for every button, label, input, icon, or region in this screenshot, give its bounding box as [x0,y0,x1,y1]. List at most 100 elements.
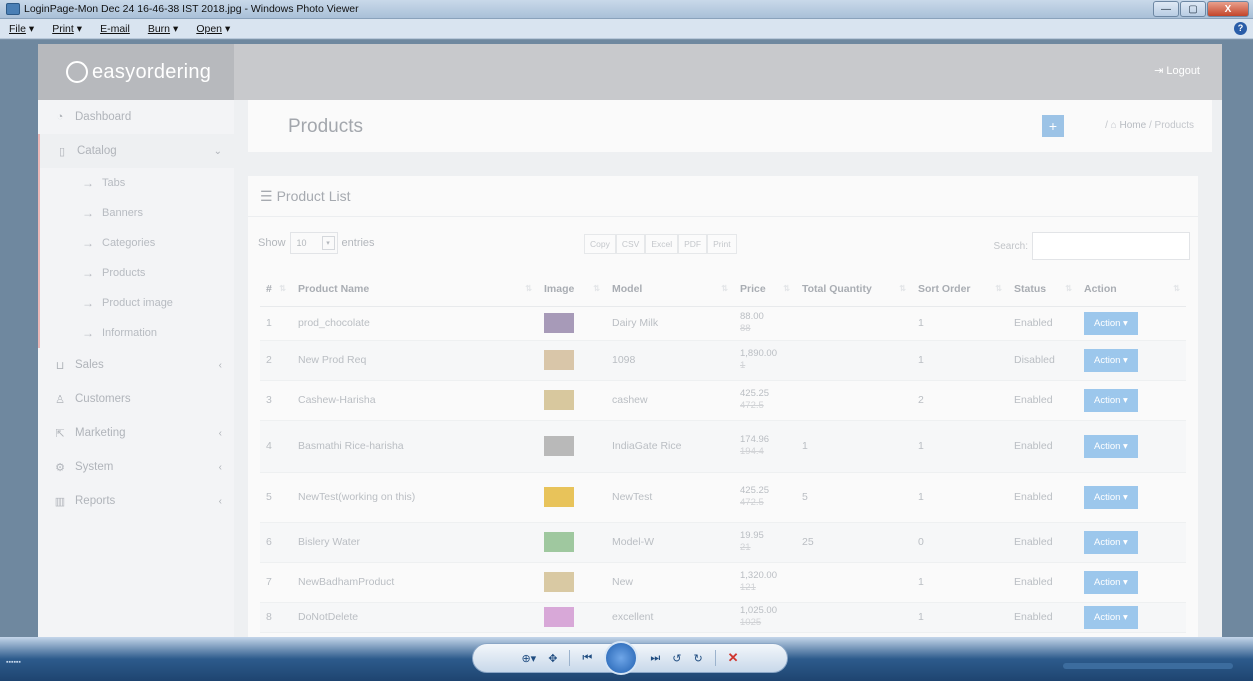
sidebar-item-customers[interactable]: ♙ Customers [38,382,234,416]
column-header-price[interactable]: Price ⇅ [734,272,796,307]
arrow-right-icon: → [82,236,94,250]
menu-burn[interactable]: Burn ▾ [139,23,187,35]
displayed-screenshot: easyordering ⇥ Logout ◔ Dashboard ▯ Catalo… [38,44,1222,637]
rotate-clockwise-icon[interactable]: ↻ [693,652,702,665]
sidebar-subitem-tabs[interactable]: → Tabs [38,168,234,198]
logo-text: easyordering [92,60,212,83]
entries-select[interactable]: 10 ▾ [289,232,338,254]
close-button[interactable]: X [1207,1,1249,17]
action-label: Action [1094,576,1121,588]
product-table: # ⇅ Product Name ⇅ Image ⇅ Model ⇅ Price ⇅ To… [260,272,1186,633]
arrow-right-icon: → [82,326,94,340]
sidebar-item-catalog[interactable]: ▯ Catalog ⌄ [38,134,234,168]
column-header-label: Product Name [298,282,370,295]
sidebar-subitem-label: Products [102,267,146,279]
excel-button[interactable]: Excel [645,234,679,254]
sidebar-item-dashboard[interactable]: ◔ Dashboard [38,100,234,134]
action-dropdown-button[interactable]: Action ▾ [1084,311,1138,335]
action-dropdown-button[interactable]: Action ▾ [1084,388,1138,412]
action-label: Action [1094,611,1121,623]
menu-file[interactable]: File ▾ [0,23,43,35]
column-header-image[interactable]: Image ⇅ [538,272,606,307]
product-thumbnail [544,607,574,627]
action-dropdown-button[interactable]: Action ▾ [1084,485,1138,509]
sort-icon: ⇅ [525,284,532,293]
sidebar-item-sales[interactable]: ⊔ Sales ‹ [38,348,234,382]
sidebar-subitem-banners[interactable]: → Banners [38,198,234,228]
column-header-label: Sort Order [918,282,971,295]
column-header-sort-order[interactable]: Sort Order ⇅ [912,272,1008,307]
cell-total-quantity [796,380,912,421]
sidebar-subitem-information[interactable]: → Information [38,318,234,348]
action-dropdown-button[interactable]: Action ▾ [1084,570,1138,594]
minimize-button[interactable]: — [1153,1,1179,17]
table-row: 2 New Prod Req 1098 1,890.00 1 1 Disabled Actio… [260,340,1186,381]
price-original: 1 [740,360,746,371]
page-header: Products + / ⌂ Home / Products [248,100,1212,152]
menu-print[interactable]: Print ▾ [43,23,91,35]
menu-open[interactable]: Open ▾ [187,23,239,35]
column-header-status[interactable]: Status ⇅ [1008,272,1078,307]
slideshow-button[interactable] [604,641,639,675]
cell-product-name: NewTest(working on this) [292,472,538,523]
sidebar-subitem-categories[interactable]: → Categories [38,228,234,258]
search-input[interactable] [1032,232,1190,260]
column-header-action[interactable]: Action ⇅ [1078,272,1186,307]
price-original: 21 [740,542,751,553]
column-header-product-name[interactable]: Product Name ⇅ [292,272,538,307]
csv-button[interactable]: CSV [615,234,646,254]
previous-icon[interactable]: ⏮ [582,652,592,665]
cell-sort-order: 1 [912,602,1008,633]
arrow-right-icon: → [82,296,94,310]
sidebar-subitem-products[interactable]: → Products [38,258,234,288]
table-row: 3 Cashew-Harisha cashew 425.25 472.5 2 Enabled… [260,380,1186,421]
rotate-counterclockwise-icon[interactable]: ↺ [672,652,681,665]
logo-icon [66,61,88,83]
help-icon[interactable]: ? [1234,22,1247,35]
sidebar: ◔ Dashboard ▯ Catalog ⌄ → Tabs → Banners → Cat… [38,100,234,637]
sidebar-item-marketing[interactable]: ⇱ Marketing ‹ [38,416,234,450]
cell-total-quantity: 1 [796,420,912,473]
add-product-button[interactable]: + [1042,115,1064,137]
cell-total-quantity [796,602,912,633]
main-content: Products + / ⌂ Home / Products ☰ Product … [234,100,1222,637]
copy-button[interactable]: Copy [584,234,616,254]
breadcrumb-home[interactable]: Home [1120,120,1147,131]
pdf-button[interactable]: PDF [678,234,708,254]
action-dropdown-button[interactable]: Action ▾ [1084,434,1138,458]
column-header-number[interactable]: # ⇅ [260,272,292,307]
cell-price: 1,890.00 1 [734,340,796,381]
logout-link[interactable]: ⇥ Logout [1154,64,1200,77]
column-header-label: Image [544,282,575,295]
logout-label: Logout [1166,65,1200,77]
sidebar-item-system[interactable]: ⚙ System ‹ [38,450,234,484]
sidebar-subitem-product-image[interactable]: → Product image [38,288,234,318]
zoom-slider[interactable] [1063,663,1233,669]
cell-sort-order: 1 [912,340,1008,381]
cell-model: IndiaGate Rice [606,420,734,473]
zoom-icon[interactable]: ⊕▾ [521,652,536,665]
cell-sort-order: 1 [912,472,1008,523]
cell-status: Enabled [1008,562,1078,603]
delete-icon[interactable]: ✕ [728,650,739,666]
action-dropdown-button[interactable]: Action ▾ [1084,530,1138,554]
actual-size-icon[interactable]: ✥ [548,652,557,665]
maximize-button[interactable]: ▢ [1180,1,1206,17]
action-dropdown-button[interactable]: Action ▾ [1084,348,1138,372]
cell-action: Action ▾ [1078,380,1186,421]
table-row: 1 prod_chocolate Dairy Milk 88.00 88 1 Enabled… [260,306,1186,341]
next-icon[interactable]: ⏭ [650,652,660,665]
status-text: ▪▪▪▪▪▪ [6,659,21,666]
menu-email[interactable]: E-mail [91,23,139,35]
user-icon: ♙ [55,393,65,406]
action-dropdown-button[interactable]: Action ▾ [1084,605,1138,629]
entries-control: Show 10 ▾ entries [258,232,375,254]
print-button[interactable]: Print [707,234,737,254]
column-header-model[interactable]: Model ⇅ [606,272,734,307]
sidebar-item-reports[interactable]: ▥ Reports ‹ [38,484,234,518]
logo[interactable]: easyordering [38,44,234,100]
column-header-total-quantity[interactable]: Total Quantity ⇅ [796,272,912,307]
cell-status: Enabled [1008,602,1078,633]
product-list-card: ☰ Product List Show 10 ▾ entries Copy CSV … [248,176,1198,637]
divider [248,216,1198,217]
